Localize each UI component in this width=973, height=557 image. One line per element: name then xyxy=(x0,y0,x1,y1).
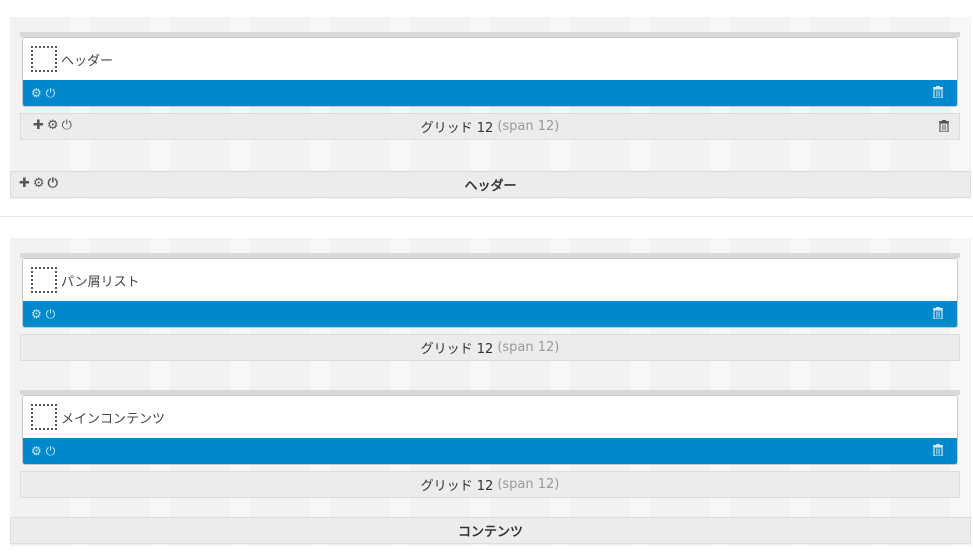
gear-icon[interactable]: ⚙ xyxy=(31,445,42,457)
module-main-content[interactable]: メインコンテンツ ⚙ ⏻ xyxy=(22,395,958,465)
grid-label: グリッド 12 xyxy=(420,121,494,136)
trash-icon[interactable] xyxy=(939,120,949,132)
section-header: ヘッダー ⚙ ⏻ ✚ ⚙ ⏻ グリッド 12 (span 12) ✚ ⚙ ⏻ ヘ… xyxy=(10,17,971,199)
grid-container: メインコンテンツ ⚙ ⏻ グリッド 12 (span 12) xyxy=(20,390,960,498)
module-title: メインコンテンツ xyxy=(61,411,166,427)
grid-label: グリッド 12 xyxy=(420,342,494,357)
gear-icon[interactable]: ⚙ xyxy=(33,177,45,190)
module-toolbar: ⚙ ⏻ xyxy=(23,438,957,464)
trash-icon[interactable] xyxy=(933,444,943,456)
module-title: ヘッダー xyxy=(61,53,114,69)
module-header-row: パン屑リスト xyxy=(23,259,957,301)
grid-container: パン屑リスト ⚙ ⏻ グリッド 12 (span 12) xyxy=(20,253,960,361)
module-header-row: メインコンテンツ xyxy=(23,396,957,438)
module-header-row: ヘッダー xyxy=(23,38,957,80)
module-title: パン屑リスト xyxy=(61,274,140,290)
grid-label: グリッド 12 xyxy=(420,479,494,494)
grid-span: (span 12) xyxy=(497,340,560,355)
module-toolbar: ⚙ ⏻ xyxy=(23,80,957,106)
plus-icon[interactable]: ✚ xyxy=(19,177,30,190)
gear-icon[interactable]: ⚙ xyxy=(31,87,42,99)
module-toolbar: ⚙ ⏻ xyxy=(23,301,957,327)
power-icon[interactable]: ⏻ xyxy=(46,445,56,457)
power-icon[interactable]: ⏻ xyxy=(48,177,58,190)
section-bar: コンテンツ xyxy=(10,517,971,544)
trash-icon[interactable] xyxy=(933,307,943,319)
grid-bar: ✚ ⚙ ⏻ グリッド 12 (span 12) xyxy=(20,113,960,140)
section-title: コンテンツ xyxy=(457,525,523,540)
gear-icon[interactable]: ⚙ xyxy=(47,119,59,132)
power-icon[interactable]: ⏻ xyxy=(62,119,72,132)
module-header[interactable]: ヘッダー ⚙ ⏻ xyxy=(22,37,958,107)
power-icon[interactable]: ⏻ xyxy=(46,87,56,99)
power-icon[interactable]: ⏻ xyxy=(46,308,56,320)
plus-icon[interactable]: ✚ xyxy=(33,119,44,132)
module-placeholder-icon xyxy=(31,46,57,72)
section-title: ヘッダー xyxy=(464,179,517,194)
section-divider xyxy=(0,216,973,217)
grid-span: (span 12) xyxy=(497,119,560,134)
section-bar: ✚ ⚙ ⏻ ヘッダー xyxy=(10,171,971,198)
gear-icon[interactable]: ⚙ xyxy=(31,308,42,320)
trash-icon[interactable] xyxy=(933,86,943,98)
module-placeholder-icon xyxy=(31,267,57,293)
grid-span: (span 12) xyxy=(497,477,560,492)
module-breadcrumb[interactable]: パン屑リスト ⚙ ⏻ xyxy=(22,258,958,328)
section-actions: ✚ ⚙ ⏻ xyxy=(19,177,58,190)
grid-container: ヘッダー ⚙ ⏻ ✚ ⚙ ⏻ グリッド 12 (span 12) xyxy=(20,32,960,140)
grid-bar: グリッド 12 (span 12) xyxy=(20,471,960,498)
grid-actions: ✚ ⚙ ⏻ xyxy=(33,119,72,132)
grid-bar: グリッド 12 (span 12) xyxy=(20,334,960,361)
section-content: パン屑リスト ⚙ ⏻ グリッド 12 (span 12) メインコンテンツ ⚙ xyxy=(10,238,971,546)
module-placeholder-icon xyxy=(31,404,57,430)
